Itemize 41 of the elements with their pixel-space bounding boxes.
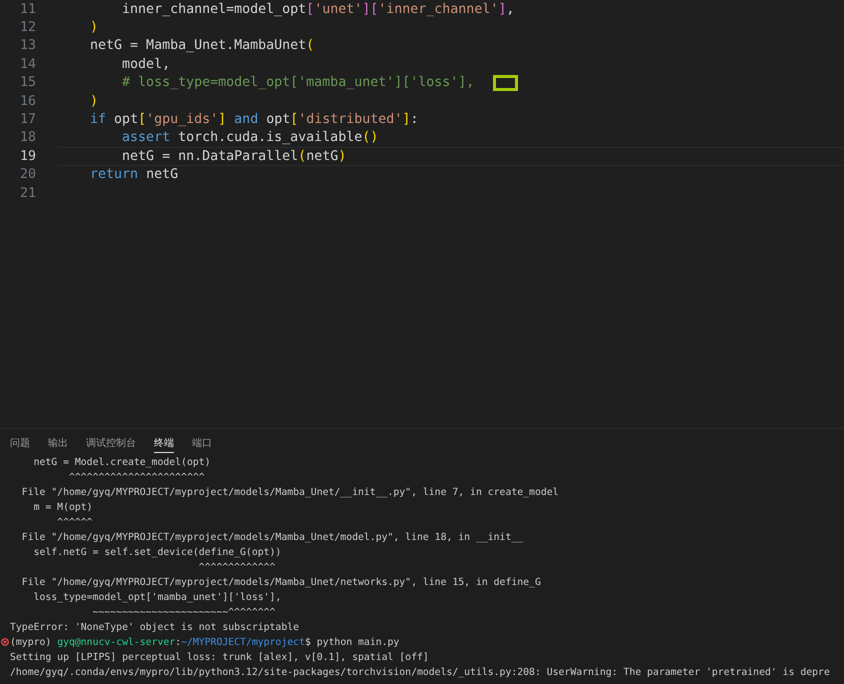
code-line: if opt['gpu_ids'] and opt['distributed']: [89,112,418,128]
line-number: 14 [18,56,36,72]
line-number: 20 [18,167,36,182]
code-line: assert torch.cuda.is_available() [121,130,378,146]
terminal-line: File "/home/gyq/MYPROJECT/myproject/models/Mamba_Unet/__init__.py", line 7, in create_model [20,486,559,499]
terminal-line: /home/gyq/.conda/envs/mypro/lib/python3.12/site-packages/torchvision/models/_utils.py:208: UserWarning: The parameter 'pretrained' is depre [10,666,830,679]
terminal-line: m = M(opt) [32,501,93,514]
code-line: # loss_type=model_opt['mamba_unet']['loss'], [121,75,474,90]
terminal-line: File "/home/gyq/MYPROJECT/myproject/models/Mamba_Unet/networks.py", line 15, in define_G [20,576,541,589]
panel-tab[interactable]: 问题 [10,437,30,452]
code-line: ) [89,20,98,36]
panel-tab[interactable]: 调试控制台 [86,437,136,452]
line-number: 19 [18,148,36,164]
terminal-line: loss_type=model_opt['mamba_unet']['loss'], [32,591,282,604]
code-line: inner_channel=model_opt['unet']['inner_channel'], [121,2,514,17]
line-number: 16 [18,94,36,109]
terminal-line: ^^^^^^^^^^^^^ [198,561,276,574]
code-line: netG = nn.DataParallel(netG) [121,148,346,164]
line-number: 17 [18,112,36,128]
terminal-line: netG = Model.create_model(opt) [32,456,211,469]
terminal-line: self.netG = self.set_device(define_G(opt)) [32,546,282,559]
terminal-line: TypeError: 'NoneType' object is not subscriptable [10,621,300,634]
code-line: return netG [89,167,178,182]
panel-tab[interactable]: 端口 [192,437,212,452]
code-line: model, [121,56,170,72]
line-number: 18 [18,130,36,146]
terminal-line: Setting up [LPIPS] perceptual loss: trunk [alex], v[0.1], spatial [off] [10,651,429,664]
line-number: 15 [18,75,36,90]
line-number: 21 [18,186,36,201]
terminal-line: File "/home/gyq/MYPROJECT/myproject/models/Mamba_Unet/model.py", line 18, in __init__ [20,531,524,544]
panel-tab[interactable]: 输出 [48,437,68,452]
code-line: netG = Mamba_Unet.MambaUnet( [89,38,314,54]
line-number: 12 [18,20,36,36]
panel-tab[interactable]: 终端 [154,437,174,453]
prompt-line: (mypro) gyq@nnucv-cwl-server:~/MYPROJECT/myproject$ python main.py [10,636,400,649]
terminal-line: ^^^^^^ [56,516,93,529]
code-line: ) [89,94,98,109]
terminal-line: ~~~~~~~~~~~~~~~~~~~~~~~^^^^^^^^ [92,606,276,619]
line-number: 13 [18,38,36,54]
line-number: 11 [18,2,36,17]
terminal-line: ^^^^^^^^^^^^^^^^^^^^^^^ [68,471,205,484]
